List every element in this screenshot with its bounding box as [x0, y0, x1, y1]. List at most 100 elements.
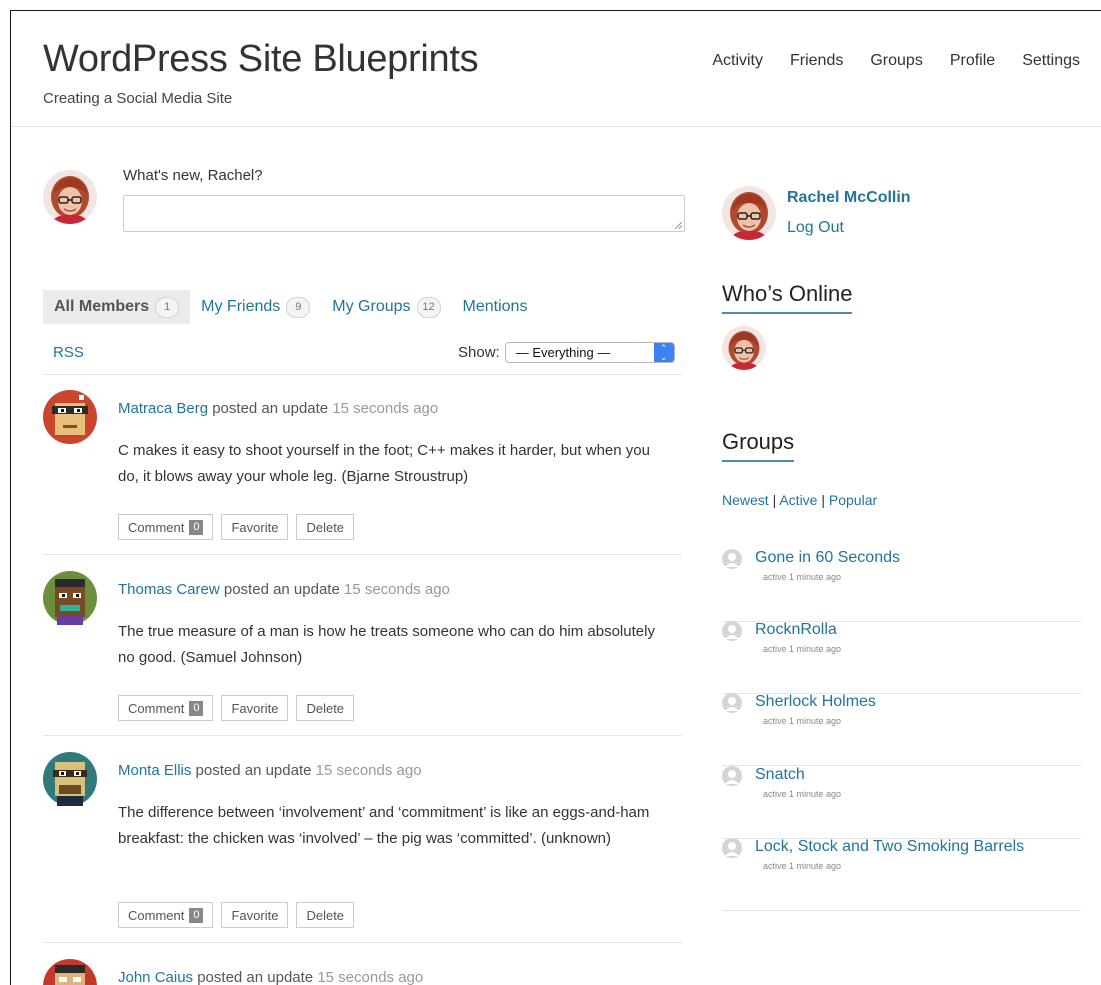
activity-timestamp[interactable]: 15 seconds ago [332, 400, 438, 417]
group-item: Sherlock Holmes active 1 minute ago [722, 693, 1081, 766]
group-item: Gone in 60 Seconds active 1 minute ago [722, 549, 1081, 622]
user-avatar[interactable] [43, 752, 97, 806]
activity-tabs: All Members 1 My Friends 9 My Groups 12 … [43, 290, 538, 324]
groups-filter-popular[interactable]: Popular [829, 492, 877, 508]
comment-count: 0 [189, 907, 204, 923]
tab-count-badge: 12 [416, 296, 441, 318]
header-divider [11, 126, 1101, 127]
groups-filter: Newest | Active | Popular [722, 492, 877, 508]
select-arrows-icon: ⌃ ⌄ [653, 343, 674, 362]
nav-activity[interactable]: Activity [712, 52, 763, 70]
group-item: Snatch active 1 minute ago [722, 766, 1081, 839]
user-avatar[interactable] [43, 959, 97, 985]
group-name-link[interactable]: Snatch [755, 766, 805, 784]
activity-item: Thomas Carew posted an update 15 seconds… [43, 571, 682, 737]
group-name-link[interactable]: Sherlock Holmes [755, 693, 876, 711]
activity-actions: Comment 0 Favorite Delete [118, 902, 355, 928]
group-avatar-icon[interactable] [722, 766, 742, 786]
favorite-button[interactable]: Favorite [221, 902, 289, 928]
activity-content: The true measure of a man is how he trea… [118, 623, 655, 666]
nav-groups[interactable]: Groups [870, 52, 922, 70]
filter-selected-value: — Everything — [515, 345, 611, 360]
online-user-avatar[interactable] [722, 326, 766, 370]
group-avatar-icon[interactable] [722, 693, 742, 713]
group-avatar-icon[interactable] [722, 549, 742, 569]
current-user-avatar[interactable] [43, 170, 97, 224]
activity-item: Monta Ellis posted an update 15 seconds … [43, 752, 682, 944]
comment-button[interactable]: Comment 0 [118, 695, 214, 721]
activity-action: posted an update [223, 581, 340, 598]
tab-mentions[interactable]: Mentions [452, 290, 539, 324]
group-avatar-icon[interactable] [722, 838, 742, 858]
group-name-link[interactable]: Gone in 60 Seconds [755, 549, 900, 567]
user-avatar[interactable] [43, 571, 97, 625]
tab-my-friends[interactable]: My Friends 9 [190, 290, 321, 324]
whos-online-title: Who’s Online [722, 281, 853, 314]
nav-friends[interactable]: Friends [790, 52, 843, 70]
group-name-link[interactable]: RocknRolla [755, 621, 837, 639]
nav-profile[interactable]: Profile [950, 52, 995, 70]
activity-actions: Comment 0 Favorite Delete [118, 514, 355, 540]
activity-user-link[interactable]: John Caius [118, 969, 193, 985]
activity-divider [43, 942, 682, 943]
activity-timestamp[interactable]: 15 seconds ago [344, 581, 450, 598]
activity-user-link[interactable]: Monta Ellis [118, 762, 191, 779]
delete-button[interactable]: Delete [296, 902, 355, 928]
filter-separator: | [821, 492, 825, 508]
activity-item: Matraca Berg posted an update 15 seconds… [43, 390, 682, 556]
activity-header: Matraca Berg posted an update 15 seconds… [118, 400, 438, 417]
activity-timestamp[interactable]: 15 seconds ago [317, 969, 423, 985]
comment-label: Comment [128, 700, 185, 716]
rss-link[interactable]: RSS [53, 344, 84, 361]
activity-action: posted an update [197, 969, 314, 985]
site-title[interactable]: WordPress Site Blueprints [43, 38, 479, 81]
delete-button[interactable]: Delete [296, 695, 355, 721]
activity-action: posted an update [212, 400, 329, 417]
whats-new-label: What's new, Rachel? [123, 167, 263, 184]
resize-handle-icon[interactable] [675, 222, 682, 229]
comment-button[interactable]: Comment 0 [118, 514, 214, 540]
delete-button[interactable]: Delete [296, 514, 355, 540]
feed-divider [43, 374, 682, 375]
nav-settings[interactable]: Settings [1022, 52, 1080, 70]
activity-header: Thomas Carew posted an update 15 seconds… [118, 581, 450, 598]
group-avatar-icon[interactable] [722, 621, 742, 641]
main-nav: Activity Friends Groups Profile Settings [712, 52, 1080, 70]
comment-button[interactable]: Comment 0 [118, 902, 214, 928]
tab-my-groups[interactable]: My Groups 12 [321, 290, 451, 324]
sidebar-user-name[interactable]: Rachel McCollin [787, 189, 911, 207]
comment-label: Comment [128, 907, 185, 923]
user-avatar[interactable] [43, 390, 97, 444]
group-item: RocknRolla active 1 minute ago [722, 621, 1081, 694]
activity-content: The difference between ‘involvement’ and… [118, 804, 650, 847]
site-tagline: Creating a Social Media Site [43, 90, 233, 107]
group-activity: active 1 minute ago [763, 716, 842, 726]
groups-filter-newest[interactable]: Newest [722, 492, 769, 508]
activity-filter: Show: — Everything — ⌃ ⌄ [458, 342, 675, 363]
activity-timestamp[interactable]: 15 seconds ago [316, 762, 422, 779]
favorite-button[interactable]: Favorite [221, 514, 289, 540]
tab-label: Mentions [462, 298, 528, 315]
groups-filter-active[interactable]: Active [779, 492, 817, 508]
activity-divider [43, 735, 682, 736]
activity-item: John Caius posted an update 15 seconds a… [43, 959, 682, 985]
activity-actions: Comment 0 Favorite Delete [118, 695, 355, 721]
tab-count-badge: 1 [155, 296, 180, 318]
activity-header: John Caius posted an update 15 seconds a… [118, 969, 423, 985]
sidebar-user-avatar[interactable] [722, 186, 776, 240]
activity-user-link[interactable]: Matraca Berg [118, 400, 208, 417]
group-name-link[interactable]: Lock, Stock and Two Smoking Barrels [755, 838, 1024, 856]
whats-new-textarea[interactable] [123, 195, 685, 232]
activity-user-link[interactable]: Thomas Carew [118, 581, 220, 598]
favorite-button[interactable]: Favorite [221, 695, 289, 721]
tab-all-members[interactable]: All Members 1 [43, 290, 191, 324]
activity-divider [43, 554, 682, 555]
comment-label: Comment [128, 519, 185, 535]
logout-link[interactable]: Log Out [787, 219, 844, 237]
activity-filter-select[interactable]: — Everything — ⌃ ⌄ [504, 342, 675, 363]
group-activity: active 1 minute ago [763, 644, 842, 654]
comment-count: 0 [189, 700, 204, 716]
group-item: Lock, Stock and Two Smoking Barrels acti… [722, 838, 1081, 911]
tab-label: My Friends [201, 298, 281, 315]
tab-label: My Groups [332, 298, 411, 315]
